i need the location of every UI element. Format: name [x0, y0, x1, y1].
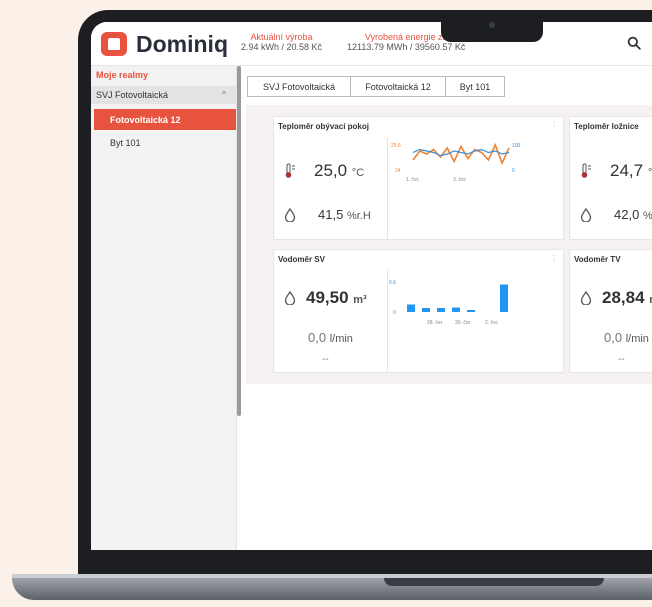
- water-volume-number: 28,84: [602, 288, 645, 307]
- water-extra: --: [322, 354, 329, 365]
- temperature-number: 25,0: [314, 161, 348, 180]
- bar: [452, 307, 460, 312]
- thermometer-card-bedroom[interactable]: Teploměr ložnice 24,7 ° 42,0 %: [569, 116, 652, 240]
- water-volume-unit: m³: [353, 294, 367, 306]
- temperature-value: 24,7 °: [610, 161, 652, 181]
- card-title: Vodoměr SV: [278, 255, 325, 264]
- water-extra: --: [618, 354, 625, 365]
- breadcrumb-item-fotovoltaicka[interactable]: Fotovoltaická 12: [350, 76, 446, 97]
- humidity-unit: %: [642, 210, 652, 222]
- y-tick-label-right: 100: [512, 143, 521, 149]
- card-divider: [387, 137, 388, 239]
- water-flow-number: 0,0: [308, 330, 327, 345]
- humidity-value: 42,0 %: [614, 207, 652, 222]
- temperature-number: 24,7: [610, 161, 644, 180]
- temperature-unit: °: [647, 167, 652, 179]
- x-tick-label: 30. čer: [455, 320, 471, 326]
- water-drop-icon: [580, 291, 592, 305]
- breadcrumb-item-svj[interactable]: SVJ Fotovoltaická: [247, 76, 351, 97]
- app-name[interactable]: Dominiq: [136, 31, 228, 58]
- water-meter-card-sv[interactable]: Vodoměr SV ⋮ 49,50 m³ 0,0 l/min -- 0.6 0 2…: [273, 249, 564, 373]
- water-flow-number: 0,0: [604, 330, 623, 345]
- water-volume: 49,50 m³: [306, 288, 367, 308]
- card-title: Teploměr ložnice: [574, 122, 639, 131]
- y-tick-label-left: 24: [395, 168, 401, 174]
- laptop-hinge: [384, 578, 604, 586]
- y-tick-label-right: 0: [512, 168, 515, 174]
- water-flow: 0,0 l/min: [308, 330, 353, 345]
- breadcrumb: SVJ Fotovoltaická Fotovoltaická 12 Byt 1…: [247, 76, 505, 97]
- water-drop-icon: [284, 291, 296, 305]
- water-bar-chart: 0.6 0 28. čer 30. čer 2. čvc: [389, 280, 508, 326]
- logo-icon[interactable]: [101, 32, 127, 56]
- sidebar-scrollbar[interactable]: [237, 66, 241, 416]
- sidebar-item-fotovoltaicka-12[interactable]: Fotovoltaická 12: [94, 109, 236, 130]
- y-tick-label: 0: [393, 310, 396, 316]
- bar: [437, 308, 445, 312]
- sidebar-group-label: SVJ Fotovoltaická: [96, 90, 169, 100]
- stat-current-value: 2.94 kWh / 20.58 Kč: [241, 42, 323, 52]
- card-divider: [387, 270, 388, 372]
- camera-icon: [489, 22, 495, 28]
- y-tick-label-left: 25.6: [391, 143, 401, 149]
- sidebar-title: Moje realmy: [96, 70, 149, 80]
- top-bar: Dominiq Aktuální výroba 2.94 kWh / 20.58…: [91, 22, 652, 66]
- humidity-icon: [284, 208, 296, 222]
- search-icon[interactable]: [627, 36, 641, 50]
- sidebar-group-svj[interactable]: SVJ Fotovoltaická ^: [91, 86, 236, 104]
- bar: [422, 308, 430, 312]
- x-tick-label: 28. čer: [427, 320, 443, 326]
- card-title: Teploměr obývací pokoj: [278, 122, 369, 131]
- x-tick-label: 2. čvc: [485, 320, 499, 326]
- series-line: [412, 148, 510, 157]
- stat-total-value: 12113.79 MWh / 39560.57 Kč: [347, 42, 466, 52]
- breadcrumb-item-byt[interactable]: Byt 101: [445, 76, 505, 97]
- humidity-icon: [580, 208, 592, 222]
- humidity-number: 42,0: [614, 207, 640, 222]
- water-flow: 0,0 l/min: [604, 330, 649, 345]
- sidebar: Moje realmy SVJ Fotovoltaická ^ Fotovolt…: [91, 66, 237, 550]
- temperature-chart: 25.6 24 100 0 1. čvc 3. čvc: [391, 142, 521, 183]
- humidity-number: 41,5: [318, 207, 344, 222]
- water-meter-card-tv[interactable]: Vodoměr TV 28,84 m 0,0 l/min --: [569, 249, 652, 373]
- water-flow-unit: l/min: [625, 333, 649, 345]
- stat-current-label: Aktuální výroba: [250, 32, 313, 42]
- x-tick-label: 3. čvc: [453, 177, 467, 183]
- more-options-icon[interactable]: ⋮: [550, 254, 558, 263]
- bar: [467, 310, 475, 312]
- water-volume-number: 49,50: [306, 288, 349, 307]
- thermometer-card-living[interactable]: Teploměr obývací pokoj ⋮ 25,0 °C 41,5 %r…: [273, 116, 564, 240]
- sidebar-item-byt-101[interactable]: Byt 101: [94, 134, 236, 154]
- water-flow-unit: l/min: [329, 333, 353, 345]
- app-screen: Dominiq Aktuální výroba 2.94 kWh / 20.58…: [91, 22, 652, 550]
- humidity-unit: %r.H: [346, 210, 371, 222]
- bar: [500, 284, 508, 312]
- card-title: Vodoměr TV: [574, 255, 621, 264]
- stat-current-production: Aktuální výroba 2.94 kWh / 20.58 Kč: [241, 32, 322, 52]
- y-tick-label: 0.6: [389, 280, 396, 286]
- series-line: [412, 142, 510, 166]
- water-volume: 28,84 m: [602, 288, 652, 308]
- thermometer-icon: [581, 163, 591, 178]
- temperature-value: 25,0 °C: [314, 161, 364, 181]
- x-tick-label: 1. čvc: [406, 177, 420, 183]
- chevron-up-icon: ^: [222, 90, 226, 99]
- temperature-unit: °C: [351, 167, 365, 179]
- thermometer-icon: [285, 163, 295, 178]
- more-options-icon[interactable]: ⋮: [550, 121, 558, 130]
- bar: [407, 304, 415, 312]
- humidity-value: 41,5 %r.H: [318, 207, 371, 222]
